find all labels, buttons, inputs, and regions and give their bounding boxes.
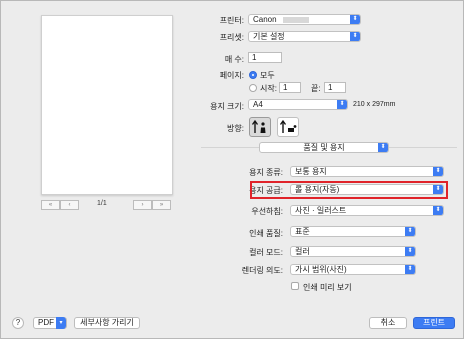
rendering-intent-select[interactable]: 가시 범위(사진) ⬍ (290, 264, 416, 275)
printer-model-redacted (282, 16, 309, 23)
color-mode-label: 컬러 모드: (249, 248, 283, 257)
priority-value: 사진 · 일러스트 (295, 206, 347, 215)
first-page-button[interactable]: « (41, 200, 60, 210)
color-mode-select[interactable]: 컬러 ⬍ (290, 246, 416, 257)
chevron-updown-icon: ⬍ (350, 32, 360, 41)
print-quality-label: 인쇄 품질: (249, 229, 283, 238)
panel-value: 품질 및 용지 (303, 143, 345, 152)
chevron-updown-icon: ⬍ (337, 100, 347, 109)
help-button[interactable]: ? (12, 317, 24, 329)
pages-to-input[interactable]: 1 (324, 82, 346, 93)
preset-label: 프리셋: (219, 33, 244, 42)
media-type-select[interactable]: 보통 용지 ⬍ (290, 166, 444, 177)
portrait-icon (251, 119, 266, 133)
priority-label: 우선하침: (251, 207, 283, 216)
orientation-label: 방향: (227, 124, 244, 133)
priority-select[interactable]: 사진 · 일러스트 ⬍ (290, 205, 444, 216)
print-quality-value: 표준 (295, 227, 310, 236)
preset-select[interactable]: 기본 설정 ⬍ (248, 31, 361, 42)
paper-dimensions: 210 x 297mm (353, 101, 396, 108)
chevron-updown-icon: ⬍ (350, 15, 360, 24)
panel-select[interactable]: 품질 및 용지 ⬍ (259, 142, 389, 153)
pages-range-radio[interactable] (249, 84, 257, 92)
print-dialog: « ‹ 1/1 › » 프린터: Canon ⬍ 프리셋: 기본 설정 ⬍ 매 … (0, 0, 464, 339)
chevron-updown-icon: ⬍ (405, 247, 415, 256)
print-quality-select[interactable]: 표준 ⬍ (290, 226, 416, 237)
preview-nav-back: « ‹ (41, 200, 79, 210)
page-preview (41, 15, 173, 195)
color-mode-value: 컬러 (295, 247, 310, 256)
pages-label: 페이지: (219, 71, 244, 80)
print-preview-label: 인쇄 미리 보기 (303, 283, 352, 292)
paper-size-select[interactable]: A4 ⬍ (248, 99, 348, 110)
printer-value: Canon (253, 15, 277, 24)
last-page-button[interactable]: » (152, 200, 171, 210)
pages-from-input[interactable]: 1 (279, 82, 301, 93)
next-page-button[interactable]: › (133, 200, 152, 210)
pages-all-radio[interactable] (249, 71, 257, 79)
pages-from-label: 시작: (260, 84, 277, 93)
print-button[interactable]: 프린트 (413, 317, 455, 329)
landscape-button[interactable] (277, 117, 299, 137)
pages-all-label: 모두 (260, 71, 275, 80)
portrait-button[interactable] (249, 117, 271, 137)
chevron-updown-icon: ⬍ (433, 167, 443, 176)
chevron-down-icon: ▾ (56, 317, 66, 329)
preview-nav-forward: › » (133, 200, 171, 210)
chevron-updown-icon: ⬍ (378, 143, 388, 152)
pages-to-label: 끝: (311, 84, 321, 93)
landscape-icon (279, 119, 297, 133)
print-preview-checkbox[interactable] (291, 282, 299, 290)
paper-size-value: A4 (253, 100, 263, 109)
paper-size-label: 용지 크기: (210, 102, 244, 111)
pdf-menu-button[interactable]: PDF ▾ (33, 317, 67, 329)
highlight-frame (250, 181, 448, 199)
prev-page-button[interactable]: ‹ (60, 200, 79, 210)
pdf-label: PDF (38, 318, 54, 327)
preset-value: 기본 설정 (253, 32, 285, 41)
rendering-intent-label: 렌더링 의도: (241, 266, 283, 275)
copies-label: 매 수: (224, 55, 244, 64)
media-type-label: 용지 종류: (249, 168, 283, 177)
printer-label: 프린터: (219, 16, 244, 25)
hide-details-button[interactable]: 세부사항 가리기 (74, 317, 140, 329)
chevron-updown-icon: ⬍ (405, 227, 415, 236)
cancel-button[interactable]: 취소 (369, 317, 407, 329)
page-indicator: 1/1 (97, 200, 107, 207)
chevron-updown-icon: ⬍ (405, 265, 415, 274)
chevron-updown-icon: ⬍ (433, 206, 443, 215)
media-type-value: 보통 용지 (295, 167, 327, 176)
printer-select[interactable]: Canon ⬍ (248, 14, 361, 25)
rendering-intent-value: 가시 범위(사진) (295, 265, 347, 274)
copies-input[interactable]: 1 (248, 52, 282, 63)
